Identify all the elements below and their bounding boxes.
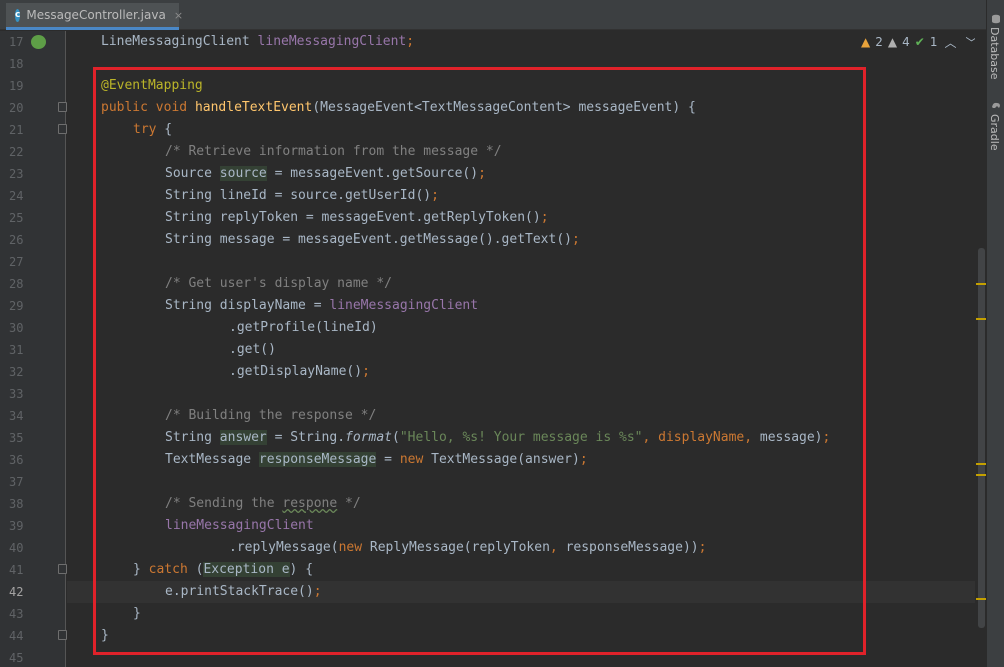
previous-highlight-icon[interactable]: ︿ bbox=[942, 34, 958, 51]
code-line-23: Source source = messageEvent.getSource()… bbox=[165, 166, 486, 181]
line-number: 23 bbox=[9, 167, 24, 181]
line-number: 26 bbox=[9, 233, 24, 247]
line-number: 27 bbox=[9, 255, 24, 269]
line-number: 41 bbox=[9, 563, 24, 577]
line-number: 35 bbox=[9, 431, 24, 445]
code-line-20: public void handleTextEvent(MessageEvent… bbox=[101, 100, 696, 115]
tab-message-controller[interactable]: c MessageController.java × bbox=[6, 3, 183, 30]
code-line-30: .getProfile(lineId) bbox=[229, 320, 378, 335]
code-line-28: /* Get user's display name */ bbox=[165, 276, 392, 291]
code-line-34: /* Building the response */ bbox=[165, 408, 377, 423]
code-line-32: .getDisplayName(); bbox=[229, 364, 370, 379]
code-line-38: /* Sending the respone */ bbox=[165, 496, 361, 511]
line-number: 31 bbox=[9, 343, 24, 357]
inspection-widget[interactable]: ▲ 2 ▲ 4 ✔ 1 ︿ ﹀ bbox=[857, 33, 984, 51]
line-number: 19 bbox=[9, 79, 24, 93]
code-line-39: lineMessagingClient bbox=[165, 518, 314, 533]
code-line-24: String lineId = source.getUserId(); bbox=[165, 188, 439, 203]
line-number: 34 bbox=[9, 409, 24, 423]
line-number: 20 bbox=[9, 101, 24, 115]
code-line-36: TextMessage responseMessage = new TextMe… bbox=[165, 452, 588, 467]
line-number: 38 bbox=[9, 497, 24, 511]
code-line-25: String replyToken = messageEvent.getRepl… bbox=[165, 210, 549, 225]
editor-tab-bar: c MessageController.java × bbox=[0, 0, 986, 30]
gradle-icon bbox=[992, 102, 1000, 108]
code-line-43: } bbox=[133, 606, 141, 621]
java-class-icon: c bbox=[15, 8, 21, 22]
code-line-21: try { bbox=[133, 122, 173, 137]
code-line-17: LineMessagingClient lineMessagingClient; bbox=[101, 34, 415, 49]
spring-bean-icon[interactable] bbox=[31, 35, 46, 49]
code-line-22: /* Retrieve information from the message… bbox=[165, 144, 502, 159]
database-tool-button[interactable]: Database bbox=[988, 27, 1001, 80]
line-number-gutter[interactable]: 17 18 19 20 21 22 23 24 25 26 27 28 29 3… bbox=[0, 31, 67, 667]
fold-marker-icon[interactable] bbox=[58, 630, 67, 640]
tab-title: MessageController.java bbox=[26, 8, 166, 22]
line-number: 36 bbox=[9, 453, 24, 467]
line-number: 32 bbox=[9, 365, 24, 379]
line-number: 30 bbox=[9, 321, 24, 335]
weak-warning-count: 4 bbox=[902, 35, 910, 49]
line-number: 40 bbox=[9, 541, 24, 555]
line-number: 43 bbox=[9, 607, 24, 621]
code-line-31: .get() bbox=[229, 342, 276, 357]
line-number: 33 bbox=[9, 387, 24, 401]
line-number: 29 bbox=[9, 299, 24, 313]
line-number: 17 bbox=[9, 35, 24, 49]
line-number: 39 bbox=[9, 519, 24, 533]
code-line-40: .replyMessage(new ReplyMessage(replyToke… bbox=[229, 540, 707, 555]
line-number: 28 bbox=[9, 277, 24, 291]
line-number-current: 42 bbox=[9, 585, 24, 599]
code-line-26: String message = messageEvent.getMessage… bbox=[165, 232, 580, 247]
code-line-19: @EventMapping bbox=[101, 78, 203, 93]
right-tool-bar: Database Gradle bbox=[986, 0, 1004, 667]
scrollbar-thumb[interactable] bbox=[978, 248, 985, 628]
line-number: 44 bbox=[9, 629, 24, 643]
line-number: 22 bbox=[9, 145, 24, 159]
warning-count: 2 bbox=[875, 35, 883, 49]
warning-icon: ▲ bbox=[861, 35, 871, 49]
code-line-44: } bbox=[101, 628, 109, 643]
fold-marker-icon[interactable] bbox=[58, 102, 67, 112]
typo-count: 1 bbox=[929, 35, 938, 49]
code-editor[interactable]: LineMessagingClient lineMessagingClient;… bbox=[67, 31, 975, 667]
weak-warning-icon: ▲ bbox=[887, 35, 898, 49]
line-number: 24 bbox=[9, 189, 24, 203]
line-number: 18 bbox=[9, 57, 24, 71]
close-icon[interactable]: × bbox=[174, 9, 183, 22]
code-line-41: } catch (Exception e) { bbox=[133, 562, 314, 577]
vertical-scrollbar[interactable] bbox=[975, 31, 987, 667]
line-number: 25 bbox=[9, 211, 24, 225]
line-number: 21 bbox=[9, 123, 24, 137]
database-icon bbox=[992, 14, 1000, 24]
code-line-29: String displayName = lineMessagingClient bbox=[165, 298, 479, 313]
line-number: 45 bbox=[9, 651, 24, 665]
line-number: 37 bbox=[9, 475, 24, 489]
typo-check-icon: ✔ bbox=[914, 35, 925, 49]
fold-marker-icon[interactable] bbox=[58, 124, 67, 134]
fold-marker-icon[interactable] bbox=[58, 564, 67, 574]
gradle-tool-button[interactable]: Gradle bbox=[988, 114, 1001, 151]
code-line-42-current: e.printStackTrace(); bbox=[67, 581, 975, 603]
code-line-35: String answer = String.format("Hello, %s… bbox=[165, 430, 831, 445]
